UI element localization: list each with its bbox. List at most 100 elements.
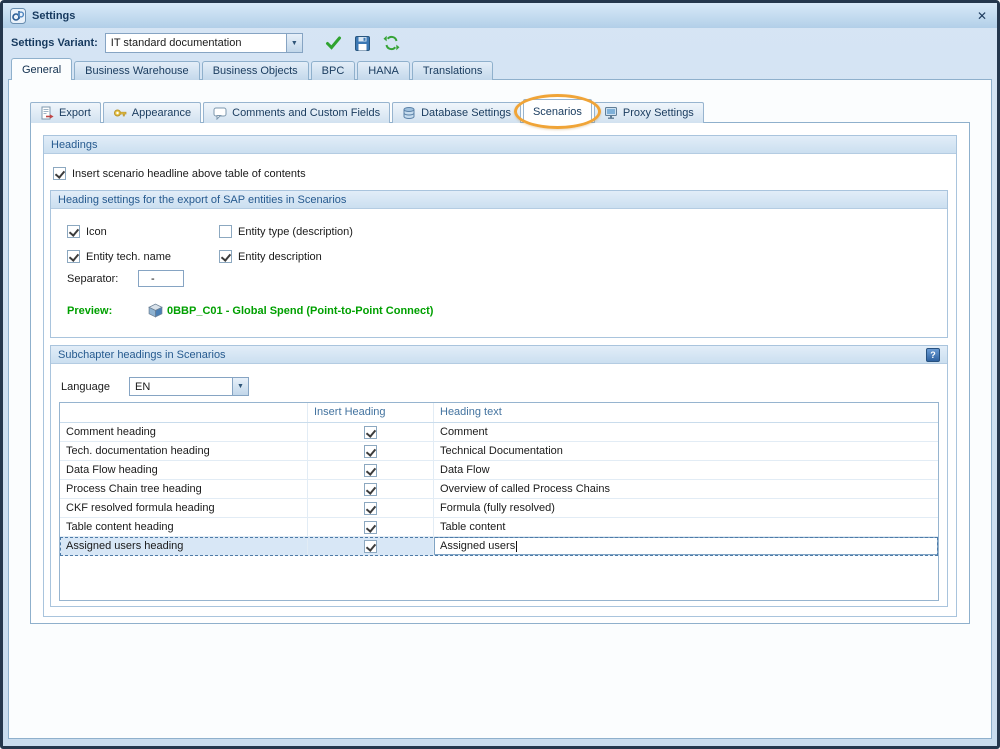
heading-text-editor[interactable]: Assigned users: [434, 537, 938, 555]
tab-bpc[interactable]: BPC: [311, 61, 356, 80]
entity-description-checkbox-row: Entity description: [219, 250, 322, 263]
entity-type-checkbox-row: Entity type (description): [219, 225, 353, 238]
column-header-name[interactable]: [60, 403, 308, 422]
entity-description-checkbox[interactable]: [219, 250, 232, 263]
tab-label: Export: [59, 107, 91, 119]
row-name-cell[interactable]: Table content heading: [60, 518, 308, 536]
entity-description-checkbox-label: Entity description: [238, 251, 322, 263]
subchapter-headings-table: Insert Heading Heading text Comment head…: [59, 402, 939, 601]
subchapter-headings-caption: Subchapter headings in Scenarios ?: [51, 346, 947, 364]
heading-text-cell[interactable]: Data Flow: [434, 461, 938, 479]
insert-scenario-headline-checkbox-row: Insert scenario headline above table of …: [53, 167, 306, 180]
headings-group: Headings Insert scenario headline above …: [43, 135, 957, 617]
row-name-cell[interactable]: Process Chain tree heading: [60, 480, 308, 498]
save-button[interactable]: [355, 36, 370, 51]
language-label: Language: [61, 381, 129, 393]
tab-export[interactable]: Export: [30, 102, 101, 123]
tab-proxy-settings[interactable]: Proxy Settings: [594, 102, 704, 123]
heading-text-cell[interactable]: Comment: [434, 423, 938, 441]
insert-heading-checkbox[interactable]: [364, 426, 377, 439]
insert-heading-cell[interactable]: [308, 423, 434, 441]
column-header-insert[interactable]: Insert Heading: [308, 403, 434, 422]
help-icon[interactable]: ?: [926, 348, 940, 362]
tab-scenarios[interactable]: Scenarios: [523, 99, 592, 123]
icon-checkbox-row: Icon: [67, 225, 107, 238]
table-row[interactable]: Process Chain tree heading Overview of c…: [60, 480, 938, 499]
refresh-button[interactable]: [383, 35, 400, 51]
insert-heading-checkbox[interactable]: [364, 521, 377, 534]
app-icon: [10, 8, 26, 24]
tab-hana[interactable]: HANA: [357, 61, 410, 80]
entity-tech-name-checkbox[interactable]: [67, 250, 80, 263]
heading-text-cell[interactable]: Overview of called Process Chains: [434, 480, 938, 498]
entity-tech-name-checkbox-row: Entity tech. name: [67, 250, 171, 263]
chevron-down-icon[interactable]: ▼: [286, 34, 302, 52]
table-row[interactable]: Table content heading Table content: [60, 518, 938, 537]
chevron-down-icon[interactable]: ▼: [232, 378, 248, 395]
key-icon: [113, 106, 127, 120]
variant-value: IT standard documentation: [106, 37, 286, 49]
insert-heading-checkbox[interactable]: [364, 483, 377, 496]
scenarios-tab-panel: Headings Insert scenario headline above …: [30, 122, 970, 624]
variant-combobox[interactable]: IT standard documentation ▼: [105, 33, 303, 53]
insert-heading-cell[interactable]: [308, 461, 434, 479]
insert-heading-cell[interactable]: [308, 518, 434, 536]
heading-settings-caption: Heading settings for the export of SAP e…: [51, 191, 947, 209]
subchapter-headings-group: Subchapter headings in Scenarios ? Langu…: [50, 345, 948, 607]
text-cursor: [516, 541, 517, 552]
insert-scenario-headline-checkbox[interactable]: [53, 167, 66, 180]
insert-heading-cell[interactable]: [308, 499, 434, 517]
heading-settings-title: Heading settings for the export of SAP e…: [58, 194, 346, 206]
table-row[interactable]: Data Flow heading Data Flow: [60, 461, 938, 480]
headings-group-caption: Headings: [44, 136, 956, 154]
insert-heading-cell[interactable]: [308, 537, 434, 555]
tab-comments-custom-fields[interactable]: Comments and Custom Fields: [203, 102, 390, 123]
apply-button[interactable]: [325, 35, 342, 51]
comment-bubble-icon: [213, 106, 227, 120]
tab-general[interactable]: General: [11, 58, 72, 80]
entity-type-checkbox-label: Entity type (description): [238, 226, 353, 238]
insert-heading-cell[interactable]: [308, 442, 434, 460]
table-row[interactable]: Comment heading Comment: [60, 423, 938, 442]
insert-heading-checkbox[interactable]: [364, 464, 377, 477]
icon-checkbox[interactable]: [67, 225, 80, 238]
table-row-selected[interactable]: Assigned users heading Assigned users: [60, 537, 938, 556]
tab-appearance[interactable]: Appearance: [103, 102, 201, 123]
tab-translations[interactable]: Translations: [412, 61, 494, 80]
tab-database-settings[interactable]: Database Settings: [392, 102, 521, 123]
heading-text-cell[interactable]: Table content: [434, 518, 938, 536]
title-bar: Settings ✕: [3, 3, 997, 28]
row-name-cell[interactable]: CKF resolved formula heading: [60, 499, 308, 517]
heading-text-cell[interactable]: Formula (fully resolved): [434, 499, 938, 517]
row-name-cell[interactable]: Comment heading: [60, 423, 308, 441]
tab-business-warehouse[interactable]: Business Warehouse: [74, 61, 200, 80]
separator-input[interactable]: [138, 270, 184, 287]
tab-label: Appearance: [132, 107, 191, 119]
row-name-cell[interactable]: Tech. documentation heading: [60, 442, 308, 460]
row-name-cell[interactable]: Data Flow heading: [60, 461, 308, 479]
insert-heading-checkbox[interactable]: [364, 445, 377, 458]
table-row[interactable]: CKF resolved formula heading Formula (fu…: [60, 499, 938, 518]
tab-business-objects[interactable]: Business Objects: [202, 61, 309, 80]
separator-label: Separator:: [67, 273, 118, 285]
inner-tab-strip: Export Appearance Comments and Custom: [30, 99, 706, 123]
main-tab-strip: General Business Warehouse Business Obje…: [11, 58, 495, 80]
table-row[interactable]: Tech. documentation heading Technical Do…: [60, 442, 938, 461]
heading-text-cell-editing[interactable]: Assigned users: [434, 537, 938, 555]
entity-tech-name-checkbox-label: Entity tech. name: [86, 251, 171, 263]
insert-heading-cell[interactable]: [308, 480, 434, 498]
language-value: EN: [130, 381, 232, 393]
tab-label: Scenarios: [533, 106, 582, 118]
row-name-cell[interactable]: Assigned users heading: [60, 537, 308, 555]
column-header-text[interactable]: Heading text: [434, 403, 938, 422]
heading-settings-group: Heading settings for the export of SAP e…: [50, 190, 948, 338]
insert-heading-checkbox[interactable]: [364, 540, 377, 553]
close-icon[interactable]: ✕: [974, 9, 990, 23]
table-header: Insert Heading Heading text: [60, 403, 938, 423]
language-combobox[interactable]: EN ▼: [129, 377, 249, 396]
entity-type-checkbox[interactable]: [219, 225, 232, 238]
heading-text-cell[interactable]: Technical Documentation: [434, 442, 938, 460]
headings-group-title: Headings: [51, 139, 97, 151]
window-title: Settings: [32, 10, 968, 22]
insert-heading-checkbox[interactable]: [364, 502, 377, 515]
